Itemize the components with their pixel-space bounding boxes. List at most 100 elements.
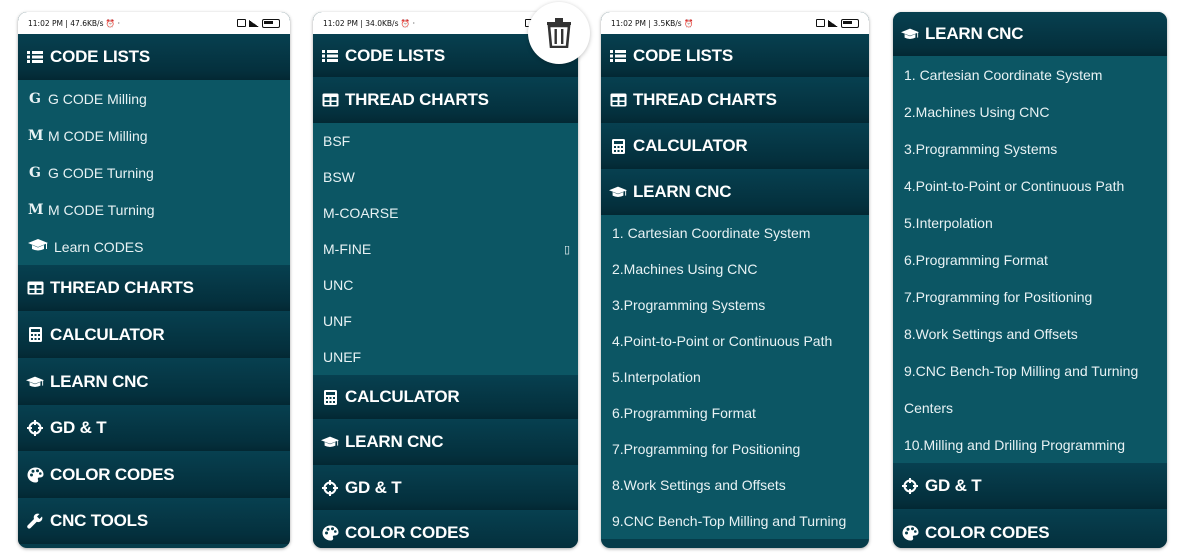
menu-label: LEARN CNC bbox=[345, 432, 444, 451]
crosshair-icon bbox=[321, 479, 339, 496]
menu-item[interactable]: 5.Interpolation bbox=[601, 359, 869, 395]
menu-label: CODE LISTS bbox=[345, 45, 446, 65]
menu-label: GD & T bbox=[345, 477, 402, 497]
menu-section[interactable]: COLOR CODES bbox=[893, 509, 1167, 548]
menu-label: CODE LISTS bbox=[633, 45, 734, 65]
status-bar: 11:02 PM | 47.6KB/s ⏰ · bbox=[18, 12, 290, 34]
menu-item[interactable]: 6.Programming Format bbox=[601, 395, 869, 431]
menu-section[interactable]: CNC TOOLS bbox=[18, 498, 290, 544]
menu-item[interactable]: 7.Programming for Positioning bbox=[601, 431, 869, 467]
palette-icon bbox=[901, 525, 919, 541]
menu-label: 4.Point-to-Point or Continuous Path bbox=[612, 333, 833, 349]
menu-section[interactable]: GD & T bbox=[313, 465, 578, 510]
menu-item[interactable]: Centers bbox=[893, 389, 1167, 426]
menu-item[interactable]: 9.CNC Bench-Top Milling and Turning bbox=[893, 352, 1167, 389]
graduation-cap-icon bbox=[321, 435, 339, 449]
menu-section[interactable]: CALCULATOR bbox=[18, 311, 290, 358]
sim-icon bbox=[816, 19, 825, 27]
menu-label: LEARN CNC bbox=[50, 371, 149, 391]
menu-item[interactable]: BSW bbox=[313, 159, 578, 195]
screenshot-2: 11:02 PM | 34.0KB/s ⏰ · CODE LISTS THREAD … bbox=[313, 12, 578, 548]
menu-section[interactable]: CALCULATOR bbox=[601, 123, 869, 169]
menu-label: CODE LISTS bbox=[50, 47, 151, 66]
menu-section[interactable]: CODE LISTS bbox=[18, 34, 290, 80]
menu-label: 9.CNC Bench-Top Milling and Turning bbox=[612, 513, 847, 529]
menu-item[interactable]: BSF bbox=[313, 123, 578, 159]
menu-label: COLOR CODES bbox=[345, 523, 470, 542]
menu-label: THREAD CHARTS bbox=[50, 278, 194, 297]
menu-item[interactable]: 6.Programming Format bbox=[893, 241, 1167, 278]
menu-label: CALCULATOR bbox=[633, 136, 748, 155]
menu-label: 5.Interpolation bbox=[904, 214, 993, 231]
graduation-cap-icon bbox=[609, 185, 627, 199]
menu-section[interactable]: LEARN CNC bbox=[313, 419, 578, 465]
menu-item[interactable]: 10.Milling and Drilling Programming bbox=[893, 426, 1167, 463]
menu-item[interactable]: 8.Work Settings and Offsets bbox=[893, 315, 1167, 352]
menu-item[interactable]: 4.Point-to-Point or Continuous Path bbox=[893, 167, 1167, 204]
menu-label: G CODE Milling bbox=[48, 90, 147, 107]
menu-item[interactable]: 4.Point-to-Point or Continuous Path bbox=[601, 323, 869, 359]
menu-item[interactable]: 5.Interpolation bbox=[893, 204, 1167, 241]
menu-label: M CODE Turning bbox=[48, 201, 155, 218]
menu-section[interactable]: LEARN CNC bbox=[18, 358, 290, 405]
menu-section[interactable]: CALCULATOR bbox=[313, 375, 578, 419]
status-time: 11:02 PM | 47.6KB/s ⏰ · bbox=[28, 18, 120, 28]
menu-item[interactable]: 7.Programming for Positioning bbox=[893, 278, 1167, 315]
menu-item[interactable]: 2.Machines Using CNC bbox=[601, 251, 869, 287]
graduation-cap-icon bbox=[26, 375, 44, 389]
menu-item[interactable]: G G CODE Milling bbox=[18, 80, 290, 117]
menu-label: M CODE Milling bbox=[48, 127, 148, 144]
status-icons bbox=[816, 18, 859, 28]
table-icon bbox=[321, 93, 339, 107]
menu-section[interactable]: THREAD CHARTS bbox=[18, 265, 290, 311]
menu-label: 9.CNC Bench-Top Milling and Turning bbox=[904, 362, 1139, 379]
menu-section[interactable]: GD & T bbox=[18, 405, 290, 451]
menu-section[interactable]: COLOR CODES bbox=[313, 510, 578, 548]
menu-section[interactable]: GD & T bbox=[893, 463, 1167, 509]
battery-icon bbox=[262, 18, 280, 28]
wrench-icon bbox=[26, 513, 44, 529]
menu-item[interactable]: 8.Work Settings and Offsets bbox=[601, 467, 869, 503]
table-icon bbox=[26, 281, 44, 295]
menu-label: COLOR CODES bbox=[925, 523, 1050, 542]
menu-item[interactable]: UNF bbox=[313, 303, 578, 339]
menu-item[interactable]: Learn CODES bbox=[18, 228, 290, 265]
menu-item[interactable]: 3.Programming Systems bbox=[893, 130, 1167, 167]
menu-section[interactable]: THREAD CHARTS bbox=[313, 77, 578, 123]
menu-item[interactable]: UNC bbox=[313, 267, 578, 303]
menu-section[interactable]: CODE LISTS bbox=[601, 34, 869, 77]
delete-button[interactable] bbox=[528, 2, 590, 64]
menu-item[interactable]: 2.Machines Using CNC bbox=[893, 93, 1167, 130]
menu-item[interactable]: 9.CNC Bench-Top Milling and Turning bbox=[601, 503, 869, 539]
trash-icon bbox=[547, 18, 571, 48]
menu-item[interactable]: 3.Programming Systems bbox=[601, 287, 869, 323]
screenshot-1: 11:02 PM | 47.6KB/s ⏰ · CODE LISTS G G CODE… bbox=[18, 12, 290, 548]
list-icon bbox=[26, 50, 44, 64]
menu-label: LEARN CNC bbox=[925, 24, 1024, 43]
menu-item[interactable]: M-COARSE bbox=[313, 195, 578, 231]
menu-item[interactable]: G G CODE Turning bbox=[18, 154, 290, 191]
menu-label: CNC TOOLS bbox=[50, 511, 149, 530]
menu-section[interactable]: COLOR CODES bbox=[18, 451, 290, 498]
menu-section[interactable]: THREAD CHARTS bbox=[601, 77, 869, 123]
menu-item[interactable]: 1. Cartesian Coordinate System bbox=[893, 56, 1167, 93]
menu-label: THREAD CHARTS bbox=[633, 90, 777, 109]
menu-item[interactable]: UNEF bbox=[313, 339, 578, 375]
menu-label: GD & T bbox=[50, 418, 107, 437]
menu-item[interactable]: MM CODE Milling bbox=[18, 117, 290, 154]
status-time: 11:02 PM | 3.5KB/s ⏰ bbox=[611, 18, 694, 28]
list-icon bbox=[609, 49, 627, 63]
cursor-glyph: ▯ bbox=[563, 243, 570, 256]
menu-item[interactable]: MM CODE Turning bbox=[18, 191, 290, 228]
menu-label: UNF bbox=[323, 313, 352, 329]
menu-section[interactable]: LEARN CNC bbox=[893, 12, 1167, 56]
screenshot-3: 11:02 PM | 3.5KB/s ⏰ CODE LISTS THREAD CHA… bbox=[601, 12, 869, 548]
battery-icon bbox=[841, 18, 859, 28]
menu-label: 4.Point-to-Point or Continuous Path bbox=[904, 177, 1125, 194]
list-icon bbox=[321, 49, 339, 63]
menu-section[interactable]: LEARN CNC bbox=[601, 169, 869, 215]
menu-label: 5.Interpolation bbox=[612, 369, 701, 385]
menu-item[interactable]: M-FINE ▯ bbox=[313, 231, 578, 267]
menu-item[interactable]: 1. Cartesian Coordinate System bbox=[601, 215, 869, 251]
menu-label: UNC bbox=[323, 277, 354, 293]
